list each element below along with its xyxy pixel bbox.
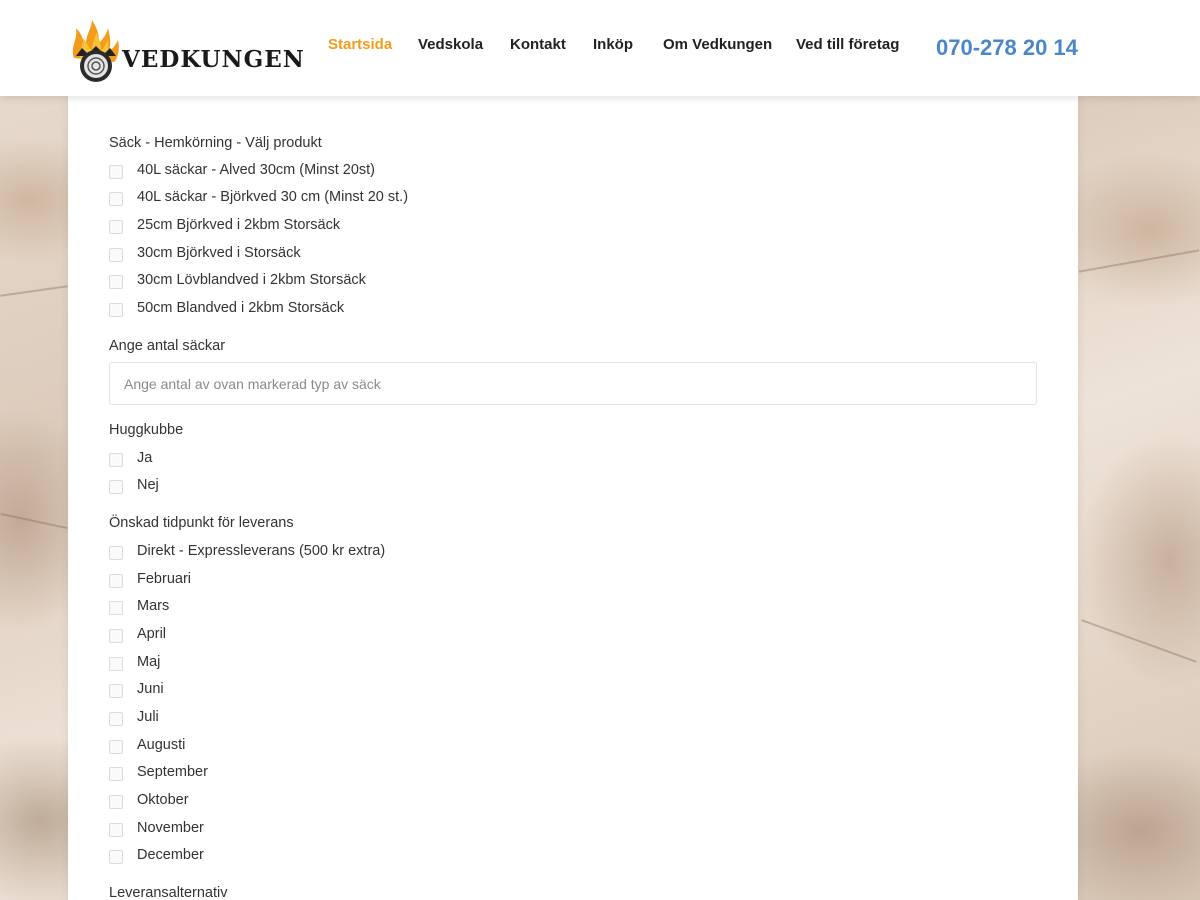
- checkbox[interactable]: [109, 601, 123, 615]
- option-label: April: [137, 626, 167, 642]
- phone-number[interactable]: 070-278 20 14: [936, 35, 1078, 61]
- checkbox[interactable]: [109, 712, 123, 726]
- option-label: November: [137, 820, 204, 836]
- background-wood-texture: [1081, 619, 1197, 663]
- option-label: 40L säckar - Björkved 30 cm (Minst 20 st…: [137, 189, 409, 205]
- checkbox[interactable]: [109, 657, 123, 671]
- huggkubbe-label: Huggkubbe: [109, 422, 184, 438]
- checkbox[interactable]: [109, 850, 123, 864]
- order-form-card: Säck - Hemkörning - Välj produkt 40L säc…: [68, 96, 1078, 900]
- product-label: Säck - Hemkörning - Välj produkt: [109, 135, 322, 151]
- option-label: Februari: [137, 571, 191, 587]
- checkbox[interactable]: [109, 740, 123, 754]
- checkbox[interactable]: [109, 629, 123, 643]
- option-label: Ja: [137, 450, 153, 466]
- nav-item-kontakt[interactable]: Kontakt: [510, 36, 566, 53]
- option-label: Juni: [137, 681, 164, 697]
- background-wood-texture: [0, 512, 68, 530]
- option-label: Nej: [137, 477, 159, 493]
- option-label: 30cm Björkved i Storsäck: [137, 245, 301, 261]
- quantity-label: Ange antal säckar: [109, 338, 226, 354]
- option-label: Augusti: [137, 737, 186, 753]
- option-label: Direkt - Expressleverans (500 kr extra): [137, 543, 386, 559]
- delivery-time-label: Önskad tidpunkt för leverans: [109, 515, 294, 531]
- checkbox[interactable]: [109, 795, 123, 809]
- option-label: 30cm Lövblandved i 2kbm Storsäck: [137, 272, 366, 288]
- nav-item-om-vedkungen[interactable]: Om Vedkungen: [663, 36, 772, 53]
- nav-item-vedskola[interactable]: Vedskola: [418, 36, 483, 53]
- checkbox[interactable]: [109, 684, 123, 698]
- checkbox[interactable]: [109, 767, 123, 781]
- option-label: 25cm Björkved i 2kbm Storsäck: [137, 217, 341, 233]
- option-label: Oktober: [137, 792, 189, 808]
- flame-crown-log-icon: [72, 20, 119, 82]
- option-label: 50cm Blandved i 2kbm Storsäck: [137, 300, 345, 316]
- option-label: 40L säckar - Alved 30cm (Minst 20st): [137, 162, 375, 178]
- checkbox[interactable]: [109, 480, 123, 494]
- logo[interactable]: VEDKUNGEN: [68, 18, 304, 84]
- option-label: Maj: [137, 654, 161, 670]
- site-header: VEDKUNGEN Startsida Vedskola Kontakt Ink…: [0, 0, 1200, 96]
- checkbox[interactable]: [109, 165, 123, 179]
- checkbox[interactable]: [109, 303, 123, 317]
- checkbox[interactable]: [109, 220, 123, 234]
- option-label: Mars: [137, 598, 170, 614]
- checkbox[interactable]: [109, 275, 123, 289]
- brand-name: VEDKUNGEN: [122, 46, 305, 73]
- checkbox[interactable]: [109, 823, 123, 837]
- background-wood-texture: [0, 285, 68, 297]
- nav-item-startsida[interactable]: Startsida: [328, 36, 392, 53]
- checkbox[interactable]: [109, 192, 123, 206]
- checkbox[interactable]: [109, 453, 123, 467]
- option-label: December: [137, 847, 204, 863]
- nav-item-ved-till-foretag[interactable]: Ved till företag: [796, 36, 899, 53]
- checkbox[interactable]: [109, 574, 123, 588]
- nav-item-inkop[interactable]: Inköp: [593, 36, 633, 53]
- background-wood-texture: [1078, 249, 1200, 273]
- option-label: September: [137, 764, 208, 780]
- option-label: Juli: [137, 709, 159, 725]
- checkbox[interactable]: [109, 248, 123, 262]
- delivery-options-label: Leveransalternativ: [109, 885, 228, 900]
- checkbox[interactable]: [109, 546, 123, 560]
- quantity-input[interactable]: [109, 362, 1037, 405]
